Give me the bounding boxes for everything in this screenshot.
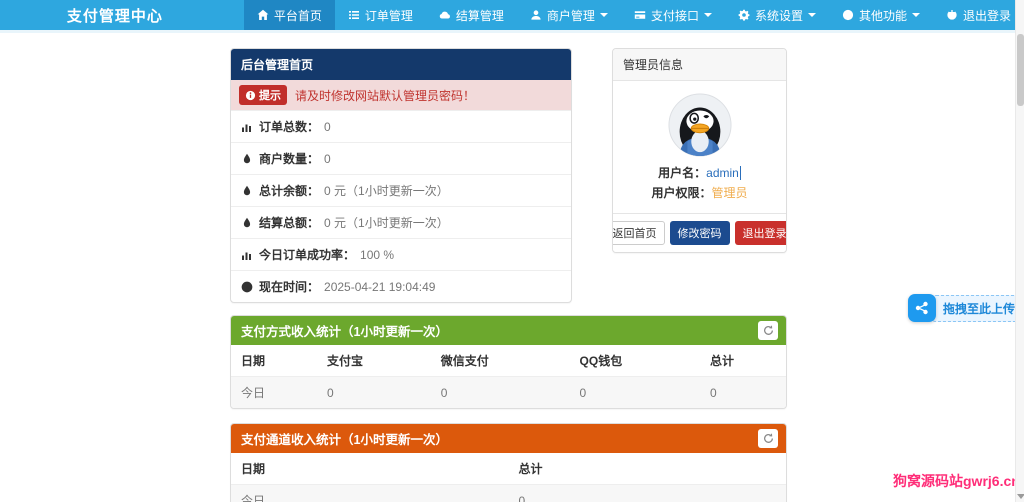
column-header: 微信支付 — [430, 345, 570, 377]
admin-panel-footer: 返回首页 修改密码 退出登录 — [613, 213, 786, 252]
logout-button[interactable]: 退出登录 — [734, 221, 786, 245]
user-icon — [530, 9, 542, 21]
list-icon — [348, 9, 360, 21]
nav-item-label: 订单管理 — [364, 8, 413, 23]
dashboard-panel: 后台管理首页 提示 请及时修改网站默认管理员密码！ 订单总数： 0 商户数量： … — [230, 48, 572, 303]
stat-total-orders: 订单总数： 0 — [231, 110, 571, 142]
droplet-icon — [241, 217, 253, 229]
nav-menu: 平台首页 订单管理 结算管理 商户管理 支付接口 系统设置 其他功能 退出登录 — [243, 0, 1024, 30]
role-value: 管理员 — [711, 186, 748, 200]
nav-item-label: 平台首页 — [273, 8, 322, 23]
top-navbar: 支付管理中心 平台首页 订单管理 结算管理 商户管理 支付接口 系统设置 其他功… — [0, 0, 1024, 33]
column-header: 日期 — [231, 345, 318, 377]
refresh-button[interactable] — [758, 429, 778, 448]
table-cell: 0 — [699, 376, 786, 408]
nav-item-other-functions[interactable]: 其他功能 — [829, 0, 933, 30]
table-title: 支付方式收入统计（1小时更新一次） — [241, 325, 448, 339]
power-icon — [946, 9, 958, 21]
payment-channel-income-table: 日期 总计 今日 0 — [231, 453, 786, 502]
table-row: 今日 0 — [231, 484, 786, 502]
table-row: 今日 0 0 0 0 — [231, 376, 786, 408]
table-cell: 0 — [430, 376, 570, 408]
cloud-icon — [439, 9, 451, 21]
stat-settlement-total: 结算总额： 0 元（1小时更新一次） — [231, 206, 571, 238]
change-password-button[interactable]: 修改密码 — [669, 221, 730, 245]
globe-icon — [842, 9, 854, 21]
nav-item-orders[interactable]: 订单管理 — [335, 0, 426, 30]
home-icon — [257, 9, 269, 21]
table-cell: 0 — [317, 376, 431, 408]
admin-info-panel: 管理员信息 用户名：admin 用户权限：管理员 返回首页 修改密码 退出登录 — [612, 48, 787, 253]
refresh-icon — [763, 325, 773, 335]
info-circle-icon — [245, 90, 256, 100]
app-title: 支付管理中心 — [66, 7, 163, 25]
back-home-button[interactable]: 返回首页 — [613, 221, 665, 245]
table-cell: 0 — [569, 376, 700, 408]
column-header: QQ钱包 — [569, 345, 700, 377]
scrollbar-down-arrow[interactable] — [1017, 494, 1024, 499]
dashboard-panel-title: 后台管理首页 — [231, 49, 571, 80]
payment-method-income-panel: 支付方式收入统计（1小时更新一次） 日期 支付宝 微信支付 QQ钱包 总计 今日… — [230, 315, 787, 409]
column-header: 总计 — [508, 453, 786, 485]
caret-down-icon — [911, 13, 920, 17]
refresh-button[interactable] — [758, 321, 778, 340]
nav-item-merchants[interactable]: 商户管理 — [517, 0, 621, 30]
nav-item-label: 支付接口 — [650, 8, 699, 23]
admin-panel-title: 管理员信息 — [613, 49, 786, 81]
nav-item-system-settings[interactable]: 系统设置 — [725, 0, 829, 30]
scrollbar-thumb[interactable] — [1017, 34, 1024, 106]
column-header: 日期 — [231, 453, 509, 485]
avatar — [667, 93, 732, 157]
drag-upload-widget[interactable]: 拖拽至此上传 — [908, 294, 1024, 322]
table-cell: 0 — [508, 484, 786, 502]
droplet-icon — [241, 185, 253, 197]
content-area: 后台管理首页 提示 请及时修改网站默认管理员密码！ 订单总数： 0 商户数量： … — [230, 48, 787, 502]
caret-down-icon — [599, 13, 608, 17]
alert-badge: 提示 — [239, 85, 287, 105]
nav-item-label: 退出登录 — [962, 8, 1011, 23]
nav-item-settlement[interactable]: 结算管理 — [426, 0, 517, 30]
payment-channel-income-panel: 支付通道收入统计（1小时更新一次） 日期 总计 今日 0 — [230, 423, 787, 502]
username-row: 用户名：admin — [658, 166, 741, 180]
nav-item-label: 商户管理 — [546, 8, 595, 23]
column-header: 总计 — [699, 345, 786, 377]
stat-current-time: 现在时间： 2025-04-21 19:04:49 — [231, 270, 571, 302]
table-title: 支付通道收入统计（1小时更新一次） — [241, 433, 448, 447]
stat-total-balance: 总计余额： 0 元（1小时更新一次） — [231, 174, 571, 206]
gear-icon — [738, 9, 750, 21]
username-value[interactable]: admin — [706, 166, 741, 180]
clock-icon — [241, 281, 253, 293]
table-cell: 今日 — [231, 484, 509, 502]
droplet-icon — [241, 153, 253, 165]
stat-success-rate: 今日订单成功率： 100 % — [231, 238, 571, 270]
stat-merchant-count: 商户数量： 0 — [231, 142, 571, 174]
column-header: 支付宝 — [317, 345, 431, 377]
nav-item-label: 其他功能 — [858, 8, 907, 23]
password-warning-alert: 提示 请及时修改网站默认管理员密码！ — [231, 80, 571, 110]
table-cell: 今日 — [231, 376, 318, 408]
refresh-icon — [763, 433, 773, 443]
payment-method-income-table: 日期 支付宝 微信支付 QQ钱包 总计 今日 0 0 0 0 — [231, 345, 786, 408]
nav-item-payment-api[interactable]: 支付接口 — [621, 0, 725, 30]
caret-down-icon — [807, 13, 816, 17]
nav-item-label: 结算管理 — [455, 8, 504, 23]
watermark-text: 狗窝源码站gwrj6.cn — [893, 473, 1020, 489]
bar-chart-icon — [241, 121, 253, 133]
alert-message: 请及时修改网站默认管理员密码！ — [295, 88, 476, 103]
role-row: 用户权限：管理员 — [651, 186, 748, 200]
credit-card-icon — [634, 9, 646, 21]
caret-down-icon — [703, 13, 712, 17]
nav-item-platform-home[interactable]: 平台首页 — [243, 0, 335, 30]
share-nodes-icon[interactable] — [908, 294, 936, 322]
nav-item-label: 系统设置 — [754, 8, 803, 23]
drag-upload-label: 拖拽至此上传 — [928, 294, 1024, 322]
bar-chart-icon — [241, 249, 253, 261]
vertical-scrollbar[interactable] — [1015, 0, 1024, 502]
nav-item-logout[interactable]: 退出登录 — [933, 0, 1024, 30]
